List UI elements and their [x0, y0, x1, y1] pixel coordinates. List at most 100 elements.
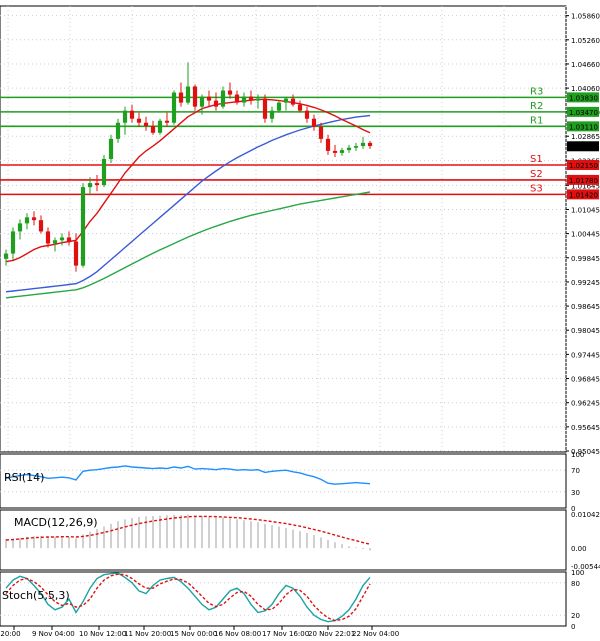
level-price-label: 1.01420 — [569, 191, 598, 199]
candle-body — [283, 98, 289, 103]
stoch-tick-label: 0 — [571, 623, 575, 631]
y-tick-label: 1.00445 — [571, 231, 600, 239]
candle-body — [38, 220, 44, 232]
y-tick-label: 1.02865 — [571, 133, 600, 141]
candle-body — [115, 122, 121, 139]
x-tick-label: 16 Nov 08:00 — [214, 630, 261, 638]
chart-canvas: 1.05860 1.05260 1.04660 1.04060 1.03470 1.028… — [0, 5, 600, 638]
level-price-label: 1.01780 — [569, 177, 598, 185]
level-price-label: 1.03110 — [569, 123, 598, 131]
candle-body — [178, 92, 184, 103]
level-price-label: 1.02150 — [569, 162, 598, 170]
y-tick-label: 1.04660 — [571, 61, 600, 69]
candle-body — [234, 94, 240, 103]
candle-body — [17, 223, 23, 232]
candle-body — [199, 96, 205, 107]
x-tick-label: v 20:00 — [0, 630, 21, 638]
candle-body — [87, 183, 93, 188]
candle-body — [304, 110, 310, 119]
rsi-tick-label: 70 — [571, 467, 580, 475]
candle-body — [101, 158, 107, 186]
candle-body — [241, 96, 247, 103]
candle-body — [318, 126, 324, 139]
candle-body — [262, 98, 268, 119]
rsi-tick-label: 30 — [571, 489, 580, 497]
level-name-r2: R2 — [530, 101, 543, 112]
candle-body — [297, 104, 303, 111]
y-tick-label: 0.96245 — [571, 400, 600, 408]
candle-body — [213, 100, 219, 107]
current-price-label: 1.02615 — [569, 143, 598, 151]
candle-body — [220, 90, 226, 107]
candle-body — [227, 90, 233, 95]
y-tick-label: 0.98045 — [571, 327, 600, 335]
y-tick-label: 1.04060 — [571, 85, 600, 93]
candle-body — [24, 217, 30, 224]
candle-body — [143, 122, 149, 126]
level-name-s3: S3 — [530, 183, 543, 194]
candle-body — [3, 253, 9, 259]
level-name-r1: R1 — [530, 115, 543, 126]
candle-body — [353, 146, 359, 148]
trading-chart: 1.05860 1.05260 1.04660 1.04060 1.03470 1.028… — [0, 0, 600, 641]
candle-body — [66, 237, 72, 242]
candle-body — [45, 231, 51, 244]
x-tick-label: 9 Nov 04:00 — [32, 630, 75, 638]
level-name-s1: S1 — [530, 154, 543, 165]
candle-body — [192, 86, 198, 107]
candle-body — [255, 98, 261, 101]
candle-body — [325, 138, 331, 151]
candle-body — [129, 110, 135, 119]
y-tick-label: 0.98645 — [571, 303, 600, 311]
candle-body — [52, 240, 58, 244]
rsi-title: RSI(14) — [4, 471, 44, 484]
candle-body — [332, 150, 338, 153]
candle-body — [367, 142, 373, 147]
candle-body — [276, 102, 282, 111]
candle-body — [206, 96, 212, 101]
candle-body — [185, 86, 191, 103]
candle-body — [108, 138, 114, 159]
rsi-panel — [0, 453, 567, 509]
rsi-tick-label: 100 — [571, 451, 584, 459]
y-tick-label: 1.05260 — [571, 37, 600, 45]
y-tick-label: 0.99245 — [571, 279, 600, 287]
candle-body — [80, 187, 86, 266]
stoch-tick-label: 100 — [571, 569, 584, 577]
candle-body — [59, 237, 65, 241]
x-tick-label: 20 Nov 22:01 — [308, 630, 355, 638]
candle-body — [290, 98, 296, 105]
macd-tick-label: 0.00 — [571, 545, 587, 553]
y-tick-label: 0.99845 — [571, 255, 600, 263]
stoch-title: Stoch(5,5,3) — [2, 589, 70, 602]
macd-title: MACD(12,26,9) — [14, 516, 98, 529]
candle-body — [157, 120, 163, 133]
y-tick-label: 0.95645 — [571, 424, 600, 432]
stoch-tick-label: 20 — [571, 612, 580, 620]
level-name-s2: S2 — [530, 169, 543, 180]
x-tick-label: 17 Nov 16:00 — [262, 630, 309, 638]
y-tick-label: 0.96845 — [571, 376, 600, 384]
level-name-r3: R3 — [530, 86, 543, 97]
y-tick-label: 1.05860 — [571, 13, 600, 21]
x-tick-label: 15 Nov 00:00 — [170, 630, 217, 638]
level-price-label: 1.03470 — [569, 109, 598, 117]
candle-body — [10, 231, 16, 254]
candle-body — [171, 92, 177, 123]
candle-body — [73, 241, 79, 266]
candle-body — [346, 147, 352, 151]
candle-body — [31, 217, 37, 221]
candle-body — [94, 183, 100, 186]
y-tick-label: 0.97445 — [571, 351, 600, 359]
x-tick-label: 22 Nov 04:00 — [352, 630, 399, 638]
level-price-label: 1.03830 — [569, 94, 598, 102]
candle-body — [164, 120, 170, 123]
candle-body — [311, 118, 317, 127]
y-tick-label: 1.01045 — [571, 206, 600, 214]
macd-tick-label: 0.010425 — [571, 511, 600, 519]
candle-body — [150, 125, 156, 133]
candle-body — [339, 150, 345, 153]
stoch-tick-label: 80 — [571, 580, 580, 588]
candle-body — [122, 110, 128, 123]
x-tick-label: 10 Nov 12:00 — [79, 630, 126, 638]
